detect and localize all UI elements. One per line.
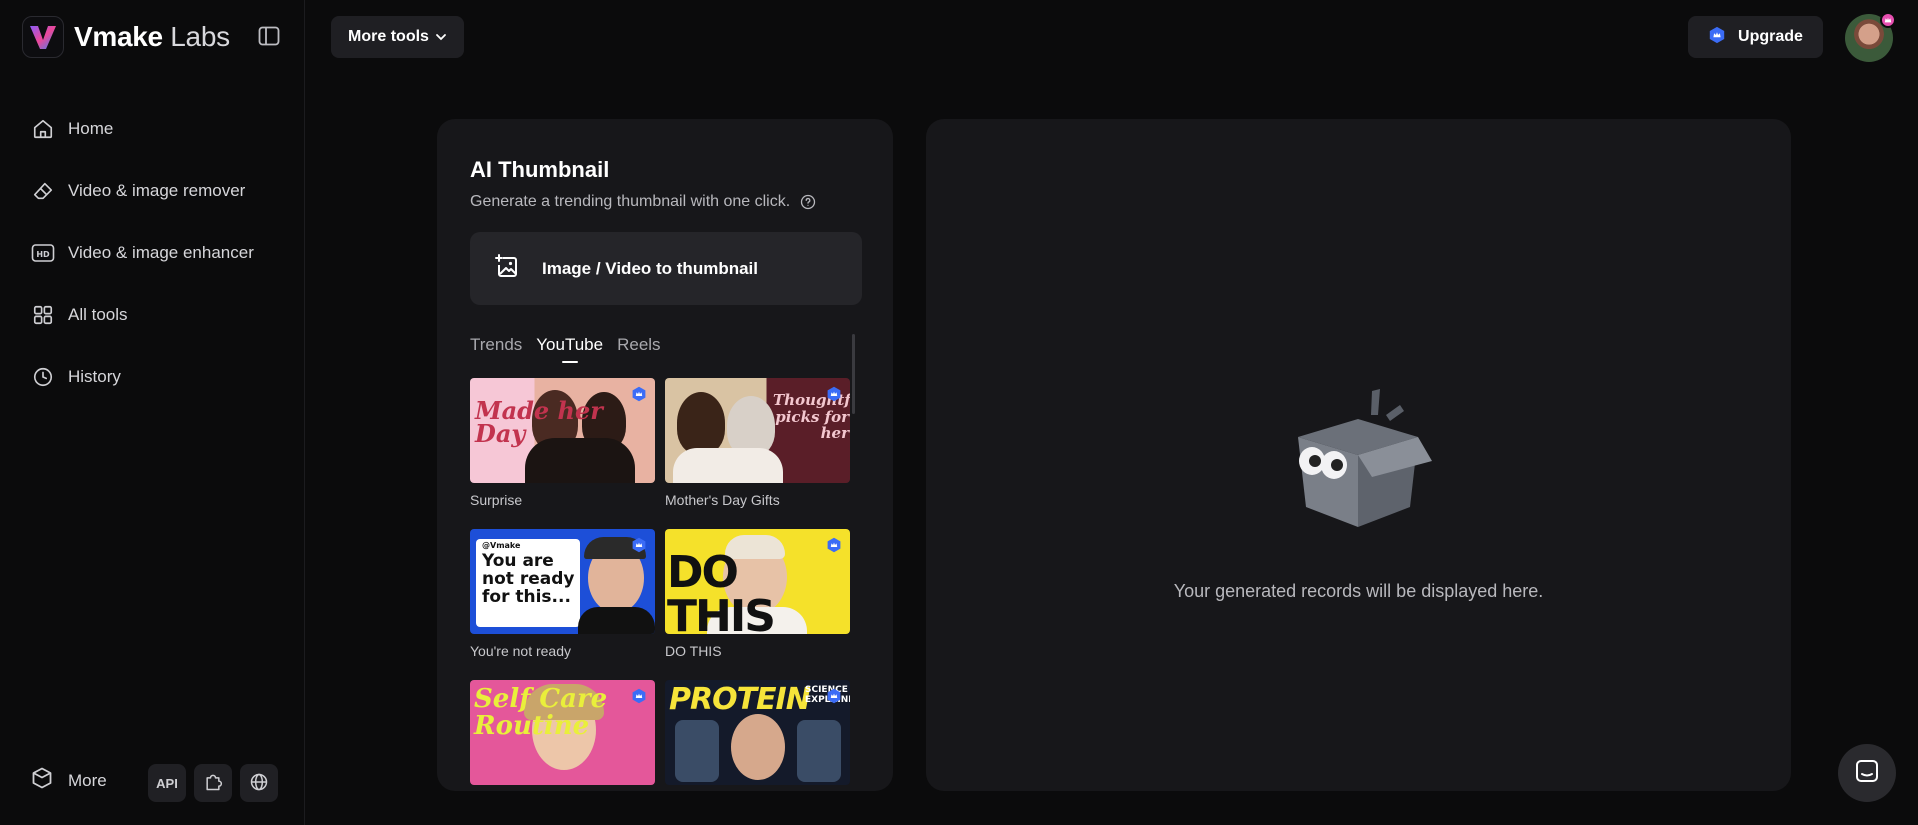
sidebar: Vmake Labs Home Video & image remover HD… <box>0 0 305 825</box>
sidebar-item-label: Home <box>68 119 114 138</box>
ai-thumbnail-panel: AI Thumbnail Generate a trending thumbna… <box>437 119 893 791</box>
vmake-logo-icon <box>22 16 64 58</box>
sidebar-item-history[interactable]: History <box>28 346 254 408</box>
sidebar-toggle-icon[interactable] <box>258 26 282 48</box>
template-card-surprise[interactable]: Made her Day Surprise <box>470 378 655 508</box>
template-thumbnail: @Vmake You are not ready for this... <box>470 529 655 634</box>
premium-crown-icon <box>632 386 646 402</box>
sidebar-nav: Home Video & image remover HD Video & im… <box>28 98 254 408</box>
thumbnail-text: PROTEIN <box>669 682 811 717</box>
premium-crown-icon <box>827 537 841 553</box>
crown-icon <box>1708 26 1726 49</box>
sidebar-item-label: Video & image enhancer <box>68 243 254 262</box>
template-thumbnail: Thoughtful picks for her <box>665 378 850 483</box>
template-thumbnail: Made her Day <box>470 378 655 483</box>
template-card-mothers-day[interactable]: Thoughtful picks for her Mother's Day Gi… <box>665 378 850 508</box>
premium-crown-icon <box>827 386 841 402</box>
chevron-down-icon <box>436 34 446 41</box>
sidebar-item-home[interactable]: Home <box>28 98 254 160</box>
template-label: You're not ready <box>470 643 572 659</box>
template-label: DO THIS <box>665 643 722 659</box>
puzzle-icon <box>203 772 223 795</box>
sidebar-item-label: All tools <box>68 305 128 324</box>
svg-text:HD: HD <box>36 250 50 259</box>
premium-crown-icon <box>827 688 841 704</box>
premium-crown-icon <box>632 688 646 704</box>
results-panel: Your generated records will be displayed… <box>926 119 1791 791</box>
template-card-protein[interactable]: PROTEIN SCIENCE EXPLAINED <box>665 680 850 791</box>
tab-youtube[interactable]: YouTube <box>536 335 603 363</box>
plugin-button[interactable] <box>194 764 232 802</box>
thumbnail-tag: @Vmake <box>482 541 521 550</box>
template-thumbnail: PROTEIN SCIENCE EXPLAINED <box>665 680 850 785</box>
category-tabs: Trends YouTube Reels <box>470 335 675 363</box>
eraser-icon <box>28 176 58 206</box>
help-icon[interactable] <box>800 194 816 210</box>
brand-logo[interactable]: Vmake Labs <box>22 16 230 58</box>
template-label: Surprise <box>470 492 523 508</box>
chat-icon <box>1854 758 1880 789</box>
panel-title: AI Thumbnail <box>470 157 610 182</box>
more-menu[interactable]: More <box>30 766 107 795</box>
add-image-icon <box>494 253 520 284</box>
sidebar-item-label: History <box>68 367 121 386</box>
thumbnail-text: Made her Day <box>475 396 603 448</box>
grid-icon <box>28 300 58 330</box>
upgrade-button[interactable]: Upgrade <box>1688 16 1823 58</box>
template-thumbnail: DO THIS <box>665 529 850 634</box>
template-card-do-this[interactable]: DO THIS DO THIS <box>665 529 850 659</box>
sidebar-item-label: Video & image remover <box>68 181 246 200</box>
api-button[interactable]: API <box>148 764 186 802</box>
thumbnail-text: You are not ready for this... <box>482 551 575 607</box>
more-label: More <box>68 770 107 790</box>
sidebar-item-enhancer[interactable]: HD Video & image enhancer <box>28 222 254 284</box>
globe-icon <box>249 772 269 795</box>
language-button[interactable] <box>240 764 278 802</box>
panel-subtitle: Generate a trending thumbnail with one c… <box>470 193 816 211</box>
thumbnail-text: Self Care Routine <box>474 684 608 742</box>
support-chat-button[interactable] <box>1838 744 1896 802</box>
sidebar-item-remover[interactable]: Video & image remover <box>28 160 254 222</box>
clock-icon <box>28 362 58 392</box>
avatar[interactable] <box>1845 12 1896 62</box>
template-card-not-ready[interactable]: @Vmake You are not ready for this... You… <box>470 529 655 659</box>
empty-state-message: Your generated records will be displayed… <box>1173 581 1544 601</box>
empty-box-icon <box>1278 379 1438 534</box>
tab-reels[interactable]: Reels <box>617 335 660 363</box>
template-thumbnail: Self Care Routine <box>470 680 655 785</box>
image-video-to-thumbnail-button[interactable]: Image / Video to thumbnail <box>470 232 862 305</box>
cube-icon <box>30 766 54 795</box>
brand-name: Vmake Labs <box>74 21 230 52</box>
thumbnail-text: DO THIS <box>667 547 776 635</box>
home-icon <box>28 114 58 144</box>
sidebar-item-all-tools[interactable]: All tools <box>28 284 254 346</box>
pro-badge-icon <box>1880 12 1896 28</box>
template-card-self-care[interactable]: Self Care Routine <box>470 680 655 791</box>
tab-trends[interactable]: Trends <box>470 335 522 363</box>
more-tools-dropdown[interactable]: More tools <box>331 16 464 58</box>
premium-crown-icon <box>632 537 646 553</box>
template-label: Mother's Day Gifts <box>665 492 780 508</box>
scrollbar[interactable] <box>852 334 855 414</box>
hd-icon: HD <box>28 238 58 268</box>
